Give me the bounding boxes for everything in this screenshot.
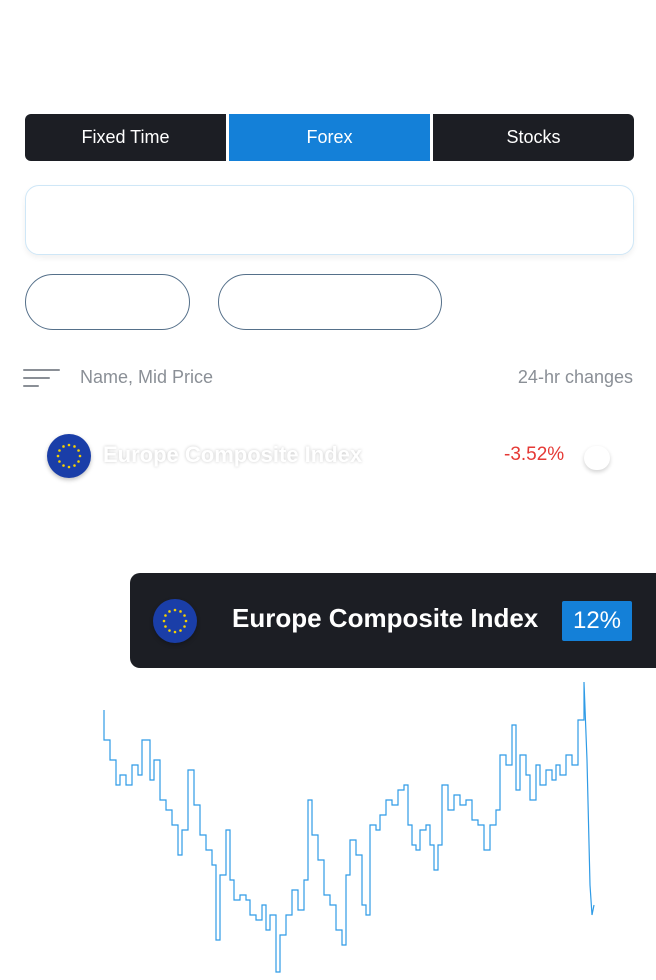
promo-banner[interactable]: Europe Composite Index 12% [130, 573, 656, 668]
banner-title: Europe Composite Index [232, 603, 539, 633]
list-header: Name, Mid Price 24-hr changes [23, 362, 633, 392]
filter-pill-2[interactable] [218, 274, 442, 330]
tab-forex[interactable]: Forex [229, 114, 430, 161]
sort-icon[interactable] [23, 364, 60, 390]
instrument-name: Europe Composite Index [103, 442, 363, 467]
filter-pill-1[interactable] [25, 274, 190, 330]
search-input[interactable] [25, 185, 634, 255]
tab-fixed-time[interactable]: Fixed Time [25, 114, 226, 161]
price-chart [103, 681, 595, 973]
tab-stocks[interactable]: Stocks [433, 114, 634, 161]
market-tabs: Fixed Time Forex Stocks [25, 114, 634, 161]
list-item[interactable]: Europe Composite Index -3.52% [47, 432, 617, 480]
price-line [103, 681, 595, 973]
column-change-label[interactable]: 24-hr changes [518, 367, 633, 388]
column-name-label[interactable]: Name, Mid Price [80, 367, 518, 388]
favorite-toggle[interactable] [584, 446, 610, 470]
eu-flag-icon [47, 434, 91, 478]
banner-badge: 12% [562, 601, 632, 641]
change-percent: -3.52% [504, 444, 565, 465]
eu-flag-icon [153, 599, 197, 643]
